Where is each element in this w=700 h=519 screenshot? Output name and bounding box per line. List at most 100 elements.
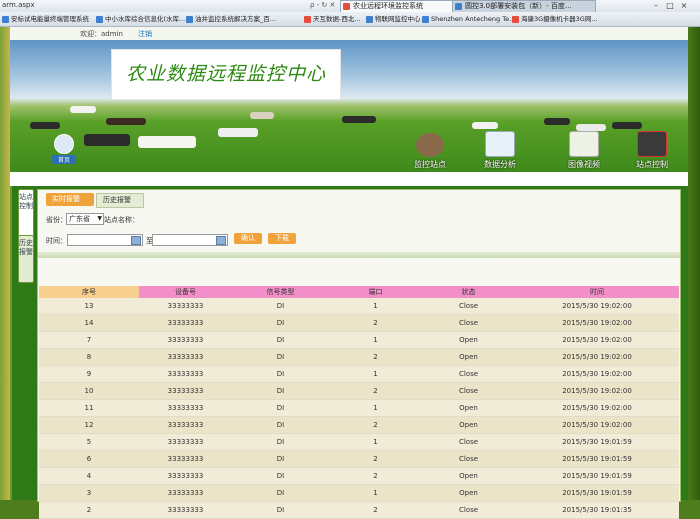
cow-graphic — [576, 124, 606, 131]
cow-graphic — [138, 136, 196, 148]
calendar-icon[interactable] — [131, 236, 141, 245]
home-icon — [54, 134, 74, 154]
cow-graphic — [30, 122, 60, 129]
table-cell-col-time: 2015/5/30 19:02:00 — [562, 336, 632, 344]
table-cell-col-time: 2015/5/30 19:01:59 — [562, 472, 632, 480]
favorite-link[interactable]: 安标试电能量终端管理系统 — [2, 14, 89, 24]
favorite-icon — [512, 16, 519, 23]
favorite-icon — [304, 16, 311, 23]
logout-link[interactable]: 注销 — [138, 29, 152, 39]
tab-active[interactable]: 农业远程环境监控系统 × — [340, 0, 462, 12]
station-control-icon — [637, 131, 667, 157]
side-tab-station-control[interactable]: 站点控制 — [18, 189, 34, 237]
table-cell-col-time: 2015/5/30 19:01:59 — [562, 489, 632, 497]
table-cell-col-device: 33333333 — [167, 336, 204, 344]
table-row: 5 33333333 DI 1 Close 2015/5/30 19:01:59 — [39, 434, 679, 451]
table-cell-col-index: 13 — [84, 302, 94, 310]
favorite-icon — [366, 16, 373, 23]
table-cell-col-status: Close — [458, 506, 479, 514]
table-cell-col-status: Open — [459, 336, 478, 344]
table-cell-col-signal: DI — [276, 404, 285, 412]
table-cell-col-device: 33333333 — [167, 421, 204, 429]
table-cell-col-status: Open — [459, 472, 478, 480]
site-name-label: 站点名称： — [104, 216, 139, 224]
table-cell-col-device: 33333333 — [167, 387, 204, 395]
table-cell-col-port: 1 — [373, 370, 378, 378]
table-cell-col-status: Open — [459, 421, 478, 429]
table-row: 8 33333333 DI 2 Open 2015/5/30 19:02:00 — [39, 349, 679, 366]
calendar-icon[interactable] — [216, 236, 226, 245]
nav-station-control[interactable]: 站点控制 — [630, 131, 674, 170]
cow-graphic — [250, 112, 274, 119]
cow-graphic — [106, 118, 146, 125]
favorite-link[interactable]: 物联网监控中心 — [366, 14, 421, 24]
table-row: 10 33333333 DI 2 Close 2015/5/30 19:02:00 — [39, 383, 679, 400]
nav-image-video[interactable]: 图像视频 — [562, 131, 606, 170]
province-label: 省份： — [46, 216, 67, 224]
table-cell-col-index: 9 — [86, 370, 92, 378]
table-cell-col-status: Close — [458, 438, 479, 446]
alarm-panel: 实时报警 历史报警 省份： 广东省 ▼ 站点名称： 时间： 至 确认 下载 序号… — [37, 189, 681, 519]
url-text: arm.aspx — [2, 1, 35, 9]
table-cell-col-index: 14 — [84, 319, 94, 327]
table-cell-col-time: 2015/5/30 19:01:35 — [562, 506, 632, 514]
address-controls[interactable]: ρ - ↻ ✕ — [310, 1, 335, 9]
minimize-icon[interactable]: – — [650, 0, 662, 11]
table-cell-col-port: 2 — [373, 387, 378, 395]
table-cell-col-status: Close — [458, 370, 479, 378]
table-cell-col-status: Open — [459, 489, 478, 497]
table-cell-col-status: Close — [458, 455, 479, 463]
favorite-link[interactable]: 油井监控系统解决方案_百... — [186, 14, 276, 24]
favorite-link[interactable]: Shenzhen Antecheng Te... — [422, 14, 515, 24]
table-cell-col-port: 2 — [373, 319, 378, 327]
table-cell-col-index: 3 — [86, 489, 92, 497]
favorite-link[interactable]: 天互数据-西北... — [304, 14, 361, 24]
nav-data-analysis[interactable]: 数据分析 — [478, 131, 522, 170]
end-date-input[interactable] — [152, 234, 228, 246]
cow-graphic — [544, 118, 570, 125]
table-cell-col-signal: DI — [276, 438, 285, 446]
table-header-col-status: 状态 — [422, 286, 515, 298]
table-header: 序号 设备号 信号类型 端口 状态 时间 — [39, 286, 679, 298]
table-cell-col-signal: DI — [276, 455, 285, 463]
close-window-icon[interactable]: × — [678, 0, 690, 11]
tab-inactive[interactable]: 圆控3.0部署安装包（新）- 百度... — [452, 0, 596, 12]
side-tab-history-alarm[interactable]: 历史报警 — [18, 235, 34, 283]
favorite-link[interactable]: 海康3G摄像机卡器3G网... — [512, 14, 598, 24]
table-cell-col-signal: DI — [276, 421, 285, 429]
table-cell-col-port: 1 — [373, 489, 378, 497]
table-cell-col-time: 2015/5/30 19:02:00 — [562, 353, 632, 361]
table-cell-col-index: 4 — [86, 472, 92, 480]
download-button[interactable]: 下载 — [268, 233, 296, 244]
cow-graphic — [472, 122, 498, 129]
tab-history-alarm[interactable]: 历史报警 — [96, 193, 144, 208]
tab-realtime-alarm[interactable]: 实时报警 — [46, 193, 94, 206]
maximize-icon[interactable]: □ — [664, 0, 676, 11]
content-top-strip — [10, 172, 688, 186]
table-cell-col-device: 33333333 — [167, 472, 204, 480]
favorite-link[interactable]: 中小水库综合信息化(水库... — [96, 14, 185, 24]
favorites-bar: 安标试电能量终端管理系统 中小水库综合信息化(水库... 油井监控系统解决方案_… — [0, 12, 700, 26]
table-cell-col-index: 2 — [86, 506, 92, 514]
table-header-col-signal: 信号类型 — [232, 286, 329, 298]
start-date-input[interactable] — [67, 234, 143, 246]
cow-graphic — [84, 134, 130, 146]
favorite-icon — [422, 16, 429, 23]
confirm-button[interactable]: 确认 — [234, 233, 262, 244]
home-label: 首页 — [52, 155, 76, 164]
table-row: 12 33333333 DI 2 Open 2015/5/30 19:02:00 — [39, 417, 679, 434]
table-cell-col-device: 33333333 — [167, 319, 204, 327]
nav-monitor-site[interactable]: 监控站点 — [408, 133, 452, 170]
table-cell-col-index: 12 — [84, 421, 94, 429]
table-cell-col-device: 33333333 — [167, 404, 204, 412]
table-row: 14 33333333 DI 2 Close 2015/5/30 19:02:00 — [39, 315, 679, 332]
table-cell-col-port: 1 — [373, 404, 378, 412]
home-nav[interactable]: 首页 — [52, 134, 76, 170]
monitor-site-icon — [416, 133, 444, 157]
table-cell-col-signal: DI — [276, 319, 285, 327]
cow-graphic — [218, 128, 258, 137]
table-cell-col-port: 1 — [373, 336, 378, 344]
table-row: 7 33333333 DI 1 Open 2015/5/30 19:02:00 — [39, 332, 679, 349]
table-cell-col-device: 33333333 — [167, 370, 204, 378]
province-select[interactable]: 广东省 ▼ — [66, 213, 104, 225]
